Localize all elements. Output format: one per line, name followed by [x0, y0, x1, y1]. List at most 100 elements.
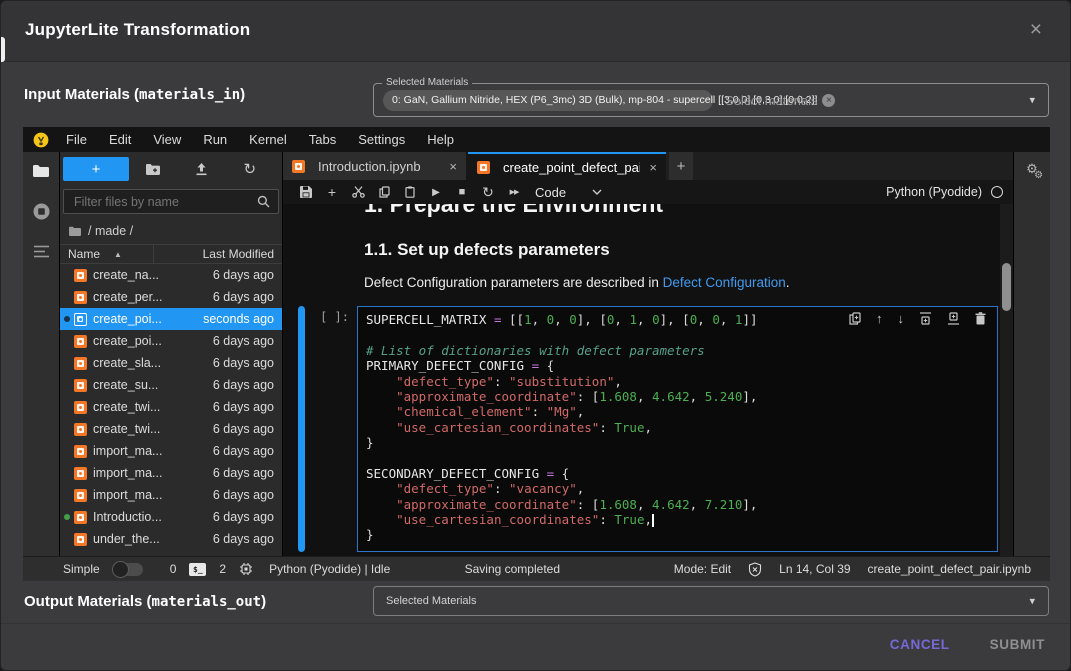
- terminal-icon[interactable]: $_: [189, 563, 206, 576]
- file-browser-icon[interactable]: [32, 164, 50, 178]
- markdown-cell-h1[interactable]: 1. Prepare the Environment: [298, 204, 1013, 219]
- file-row[interactable]: import_ma...6 days ago: [60, 462, 282, 484]
- kernel-chip-icon[interactable]: [239, 562, 253, 576]
- file-modified: 6 days ago: [213, 488, 274, 502]
- tab-close-icon[interactable]: ×: [649, 160, 657, 175]
- breadcrumb[interactable]: / made /: [60, 218, 282, 244]
- file-name: import_ma...: [93, 466, 213, 480]
- menu-edit[interactable]: Edit: [98, 127, 142, 152]
- kernel-name[interactable]: Python (Pyodide): [886, 185, 982, 199]
- simple-mode-toggle[interactable]: [113, 563, 143, 576]
- filter-files-input[interactable]: [72, 194, 257, 210]
- kernel-status-text[interactable]: Python (Pyodide) | Idle: [269, 562, 390, 576]
- menu-view[interactable]: View: [142, 127, 192, 152]
- menu-file[interactable]: File: [55, 127, 98, 152]
- cut-cells-icon[interactable]: [345, 186, 371, 198]
- copy-cells-icon[interactable]: [371, 186, 397, 198]
- file-row[interactable]: import_ma...6 days ago: [60, 440, 282, 462]
- output-materials-select[interactable]: Selected Materials ▾: [373, 586, 1049, 616]
- close-icon[interactable]: ×: [1030, 19, 1042, 40]
- restart-run-all-icon[interactable]: ▶▶: [501, 188, 527, 196]
- upload-icon[interactable]: [177, 162, 225, 176]
- insert-cell-icon[interactable]: +: [319, 184, 345, 200]
- active-filename[interactable]: create_point_defect_pair.ipynb: [868, 562, 1031, 576]
- save-icon[interactable]: [293, 186, 319, 198]
- menu-help[interactable]: Help: [416, 127, 465, 152]
- file-status-dot: [64, 404, 70, 410]
- insert-cell-below-icon[interactable]: [947, 312, 960, 325]
- chip-remove-icon[interactable]: ×: [822, 94, 835, 107]
- file-row[interactable]: create_sla...6 days ago: [60, 352, 282, 374]
- refresh-icon[interactable]: ↻: [226, 160, 274, 178]
- cell-collapser[interactable]: [298, 306, 305, 552]
- file-row[interactable]: under_the...6 days ago: [60, 528, 282, 550]
- kernel-status-icon[interactable]: [991, 186, 1003, 198]
- markdown-cell-h2[interactable]: 1.1. Set up defects parameters: [298, 240, 1013, 260]
- property-inspector-icon[interactable]: ⚙⚙: [1026, 162, 1038, 175]
- tab-close-icon[interactable]: ×: [449, 159, 457, 174]
- saving-status: Saving completed: [465, 562, 560, 576]
- stop-kernel-icon[interactable]: ■: [449, 186, 475, 198]
- terminals-count[interactable]: 0: [170, 562, 177, 576]
- cancel-button[interactable]: CANCEL: [890, 637, 950, 652]
- file-row[interactable]: create_twi...6 days ago: [60, 418, 282, 440]
- menu-kernel[interactable]: Kernel: [238, 127, 298, 152]
- scrollbar-thumb[interactable]: [1002, 263, 1011, 311]
- file-row[interactable]: create_per...6 days ago: [60, 286, 282, 308]
- file-row[interactable]: create_su...6 days ago: [60, 374, 282, 396]
- paste-cells-icon[interactable]: [397, 186, 423, 198]
- menu-run[interactable]: Run: [192, 127, 238, 152]
- column-header-modified[interactable]: Last Modified: [154, 247, 282, 261]
- defect-configuration-link[interactable]: Defect Configuration: [663, 275, 786, 290]
- running-sessions-icon[interactable]: [32, 202, 51, 221]
- delete-cell-icon[interactable]: [975, 312, 986, 325]
- cell-toolbar: ↑ ↓: [849, 312, 986, 325]
- table-of-contents-icon[interactable]: [33, 245, 50, 258]
- code-editor-lines: SUPERCELL_MATRIX = [[1, 0, 0], [0, 1, 0]…: [366, 312, 997, 543]
- filter-files-box[interactable]: [63, 189, 279, 214]
- mode-indicator[interactable]: Mode: Edit: [674, 562, 731, 576]
- code-editor[interactable]: SUPERCELL_MATRIX = [[1, 0, 0], [0, 1, 0]…: [357, 306, 998, 552]
- file-modified: 6 days ago: [213, 290, 274, 304]
- restart-kernel-icon[interactable]: ↻: [475, 184, 501, 201]
- menu-settings[interactable]: Settings: [347, 127, 416, 152]
- code-cell[interactable]: [ ]: SUPERCELL_MATRIX = [[1, 0, 0], [0, …: [298, 306, 1013, 552]
- markdown-cell-paragraph[interactable]: Defect Configuration parameters are desc…: [298, 275, 1013, 290]
- kernels-count[interactable]: 2: [219, 562, 226, 576]
- move-cell-up-icon[interactable]: ↑: [876, 312, 883, 325]
- new-tab-button[interactable]: +: [669, 152, 693, 180]
- material-chip[interactable]: 0: GaN, Gallium Nitride, HEX (P6_3mc) 3D…: [383, 90, 713, 111]
- chevron-down-icon[interactable]: ▾: [1029, 595, 1035, 608]
- new-launcher-button[interactable]: +: [63, 157, 129, 181]
- file-status-dot: [64, 426, 70, 432]
- file-name: import_ma...: [93, 488, 213, 502]
- trust-shield-icon[interactable]: [748, 562, 762, 577]
- input-materials-select[interactable]: Selected Materials 0: GaN, Gallium Nitri…: [373, 83, 1049, 117]
- file-status-dot: [64, 536, 70, 542]
- folder-icon: [68, 226, 82, 237]
- menu-tabs[interactable]: Tabs: [298, 127, 347, 152]
- insert-cell-above-icon[interactable]: [919, 312, 932, 325]
- move-cell-down-icon[interactable]: ↓: [898, 312, 905, 325]
- submit-button[interactable]: SUBMIT: [990, 637, 1045, 652]
- cursor-position[interactable]: Ln 14, Col 39: [779, 562, 850, 576]
- notebook-file-icon: [74, 423, 87, 436]
- file-row[interactable]: create_poi...6 days ago: [60, 330, 282, 352]
- file-row[interactable]: create_poi...seconds ago: [60, 308, 282, 330]
- tab-introduction[interactable]: Introduction.ipynb ×: [283, 152, 468, 180]
- duplicate-cell-icon[interactable]: [849, 312, 861, 325]
- chevron-down-icon[interactable]: ▾: [1029, 94, 1035, 107]
- column-header-name[interactable]: Name ▲: [60, 245, 154, 263]
- tab-create-point-defect-pair[interactable]: create_point_defect_pair.ip ×: [468, 152, 666, 180]
- file-modified: 6 days ago: [213, 356, 274, 370]
- file-row[interactable]: create_twi...6 days ago: [60, 396, 282, 418]
- file-row[interactable]: import_ma...6 days ago: [60, 484, 282, 506]
- new-folder-icon[interactable]: [129, 163, 177, 176]
- file-row[interactable]: create_na...6 days ago: [60, 264, 282, 286]
- notebook-scrollbar[interactable]: [1000, 204, 1013, 556]
- file-row[interactable]: Introductio...6 days ago: [60, 506, 282, 528]
- status-bar: Simple 0 $_ 2 Python (Pyodide) | Idle Sa…: [23, 556, 1050, 581]
- cell-type-dropdown[interactable]: Code: [535, 185, 602, 200]
- output-materials-label: Output Materials (materials_out): [24, 593, 266, 610]
- run-cell-icon[interactable]: ▶: [423, 187, 449, 198]
